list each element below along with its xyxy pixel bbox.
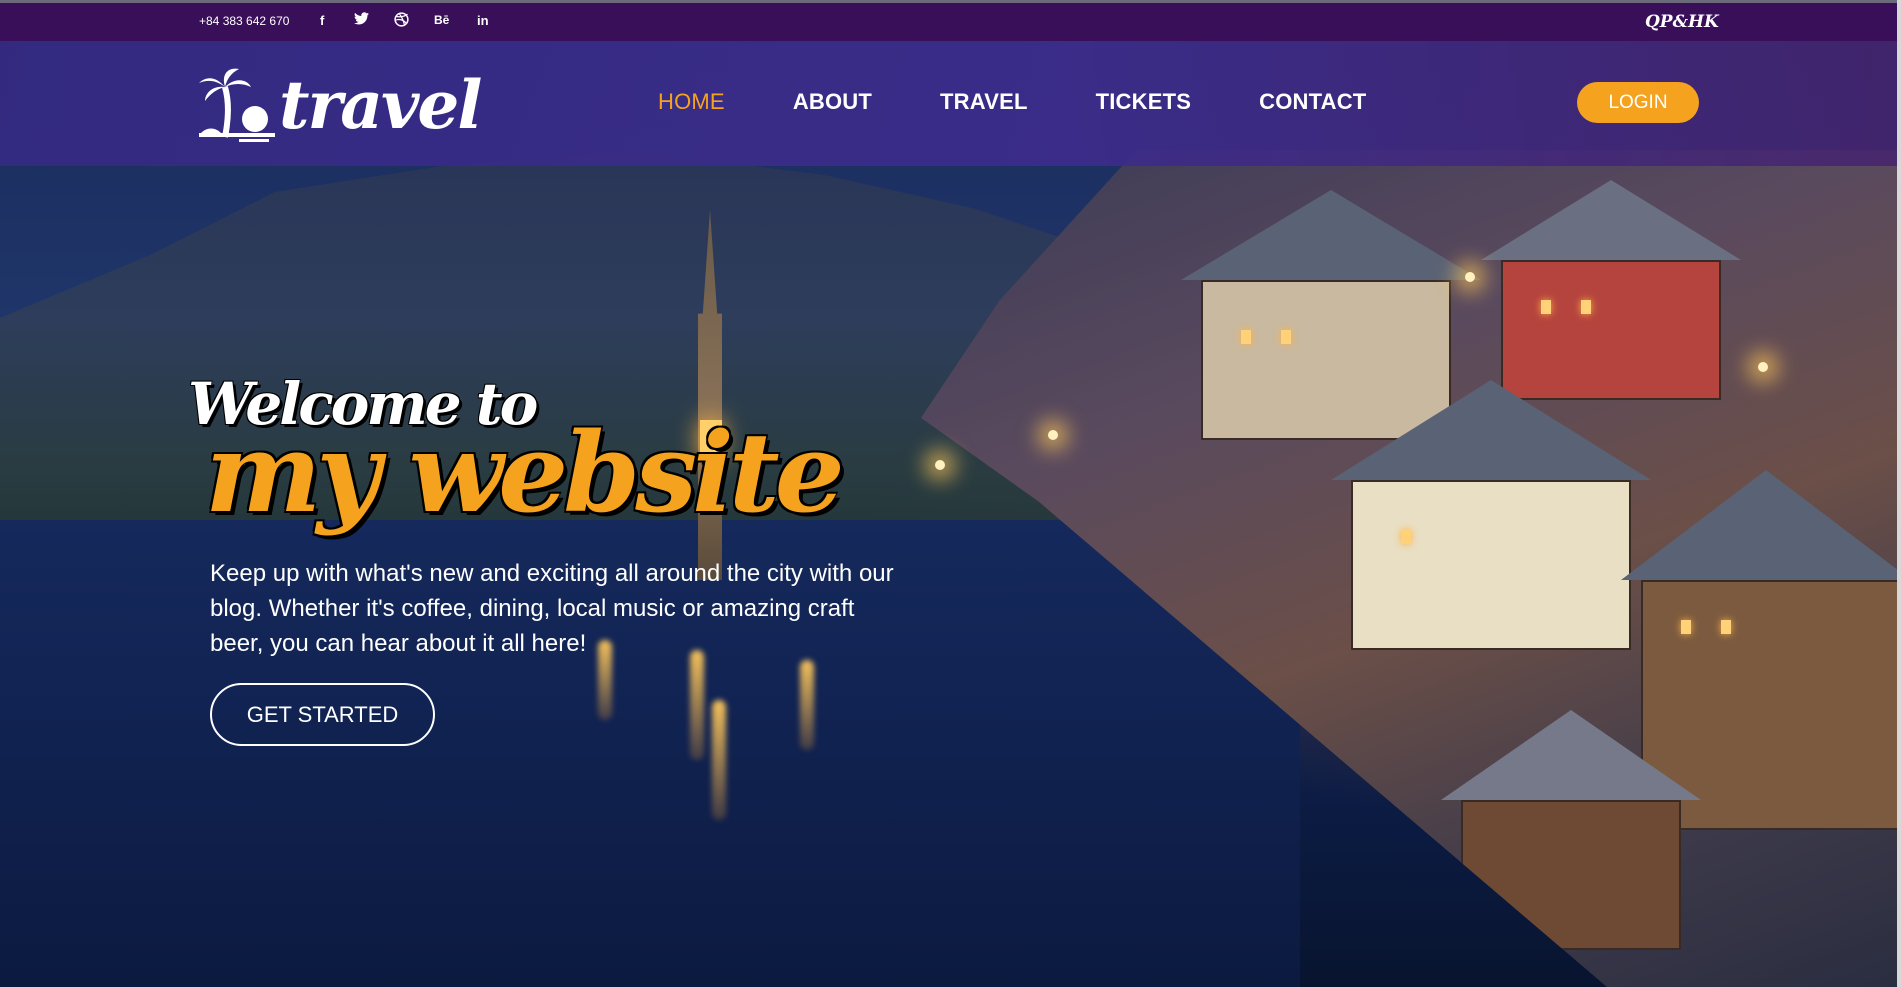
nav-about[interactable]: ABOUT — [793, 89, 872, 115]
street-lamp — [935, 460, 945, 470]
site-logo[interactable]: travel — [199, 65, 482, 145]
palm-tree-sun-icon — [199, 67, 277, 143]
brand-mark: QP&HK — [1645, 12, 1719, 32]
top-bar: +84 383 642 670 f Bē in QP&HK — [0, 0, 1901, 41]
street-lamp — [1465, 272, 1475, 282]
hero-site-name: my website — [205, 408, 845, 537]
scrollbar-edge — [1897, 0, 1901, 987]
get-started-button[interactable]: GET STARTED — [210, 683, 435, 746]
phone-number[interactable]: +84 383 642 670 — [199, 14, 289, 28]
behance-icon[interactable]: Bē — [434, 13, 449, 27]
facebook-icon[interactable]: f — [320, 13, 324, 28]
dribbble-icon[interactable] — [394, 12, 409, 30]
street-lamp — [1048, 430, 1058, 440]
main-header: travel HOME ABOUT TRAVEL TICKETS CONTACT… — [0, 41, 1901, 166]
hero-description: Keep up with what's new and exciting all… — [210, 560, 894, 657]
nav-contact[interactable]: CONTACT — [1259, 89, 1366, 115]
light-reflection — [800, 660, 814, 750]
linkedin-icon[interactable]: in — [477, 13, 489, 28]
main-nav: HOME ABOUT TRAVEL TICKETS CONTACT — [658, 89, 1434, 115]
light-reflection — [690, 650, 704, 760]
logo-text: travel — [279, 66, 482, 144]
nav-travel[interactable]: TRAVEL — [940, 89, 1028, 115]
street-lamp — [1758, 362, 1768, 372]
light-reflection — [712, 700, 726, 820]
nav-tickets[interactable]: TICKETS — [1096, 89, 1192, 115]
login-button[interactable]: LOGIN — [1577, 82, 1699, 123]
twitter-icon[interactable] — [354, 12, 369, 28]
nav-home[interactable]: HOME — [658, 89, 725, 115]
page: +84 383 642 670 f Bē in QP&HK travel HOM… — [0, 0, 1901, 987]
